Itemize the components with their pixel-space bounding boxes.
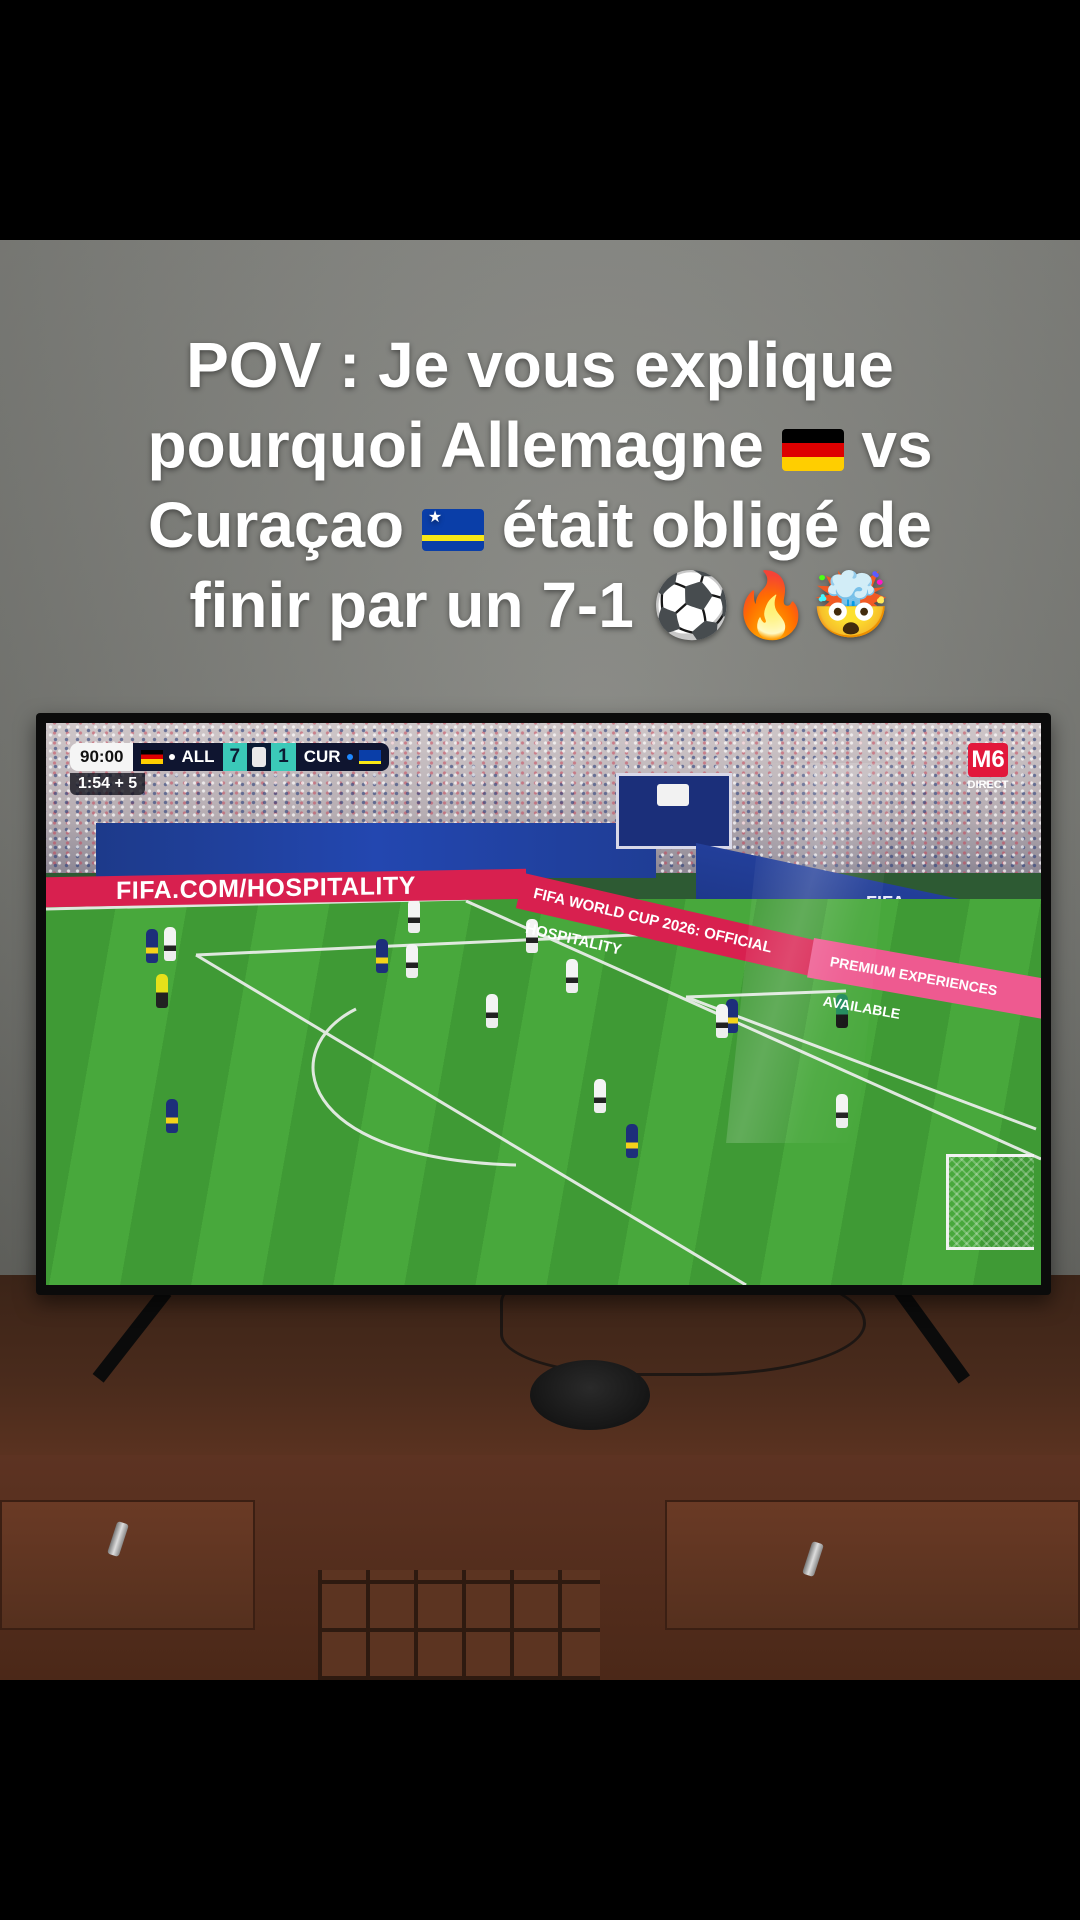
away-team: CUR — [295, 743, 389, 771]
home-score: 7 — [222, 743, 248, 771]
referee — [156, 974, 168, 1008]
player-curacao — [626, 1124, 638, 1158]
player-curacao — [376, 939, 388, 973]
cabinet-drawer-left — [0, 1500, 255, 1630]
player-germany — [406, 944, 418, 978]
caption-line-2: pourquoi Allemagne vs — [147, 409, 933, 481]
caption-line-1: POV : Je vous explique — [186, 329, 894, 401]
cabinet-woven-panel — [318, 1570, 600, 1680]
players-tunnel — [616, 773, 732, 849]
caption-line-3: Curaçao était obligé de — [0, 485, 1080, 565]
curacao-flag-icon — [421, 509, 484, 551]
channel-logo: M6 DIRECT — [965, 743, 1011, 791]
added-time: 1:54 + 5 — [70, 773, 146, 795]
world-cup-logo-icon — [247, 743, 272, 771]
away-score: 1 — [271, 743, 296, 771]
away-team-code: CUR — [303, 747, 341, 766]
home-team-code: ALL — [181, 747, 215, 766]
channel-logo-mark: M6 — [968, 743, 1008, 777]
player-germany — [486, 994, 498, 1028]
television: FIFA.COM/HOSPITALITY FIFA WORLD CUP 2026… — [36, 713, 1051, 1295]
channel-live-label: DIRECT — [967, 779, 1009, 791]
stadium-blue-stand — [96, 823, 656, 878]
home-team: ALL — [133, 743, 223, 771]
player-germany — [164, 927, 176, 961]
match-clock: 90:00 — [70, 743, 134, 771]
score-bug: 90:00 ALL 7 1 CUR — [70, 743, 389, 771]
player-curacao — [146, 929, 158, 963]
tv-screen: FIFA.COM/HOSPITALITY FIFA WORLD CUP 2026… — [46, 723, 1041, 1285]
world-cup-logo-icon — [657, 784, 689, 806]
goal-net — [946, 1154, 1034, 1250]
player-germany — [408, 899, 420, 933]
player-germany — [716, 1004, 728, 1038]
kit-dot-icon — [169, 754, 176, 760]
kit-dot-icon — [346, 754, 353, 760]
streaming-device — [530, 1360, 650, 1430]
curacao-flag-icon — [358, 750, 381, 764]
germany-flag-icon — [141, 750, 164, 764]
cabinet-drawer-right — [665, 1500, 1080, 1630]
germany-flag-icon — [781, 429, 844, 471]
player-germany — [594, 1079, 606, 1113]
caption-line-4: finir par un 7-1 ⚽🔥🤯 — [189, 569, 891, 641]
player-curacao — [166, 1099, 178, 1133]
drawer-knob — [802, 1540, 824, 1578]
player-germany — [566, 959, 578, 993]
video-caption: POV : Je vous explique pourquoi Allemagn… — [0, 325, 1080, 645]
drawer-knob — [107, 1520, 129, 1558]
